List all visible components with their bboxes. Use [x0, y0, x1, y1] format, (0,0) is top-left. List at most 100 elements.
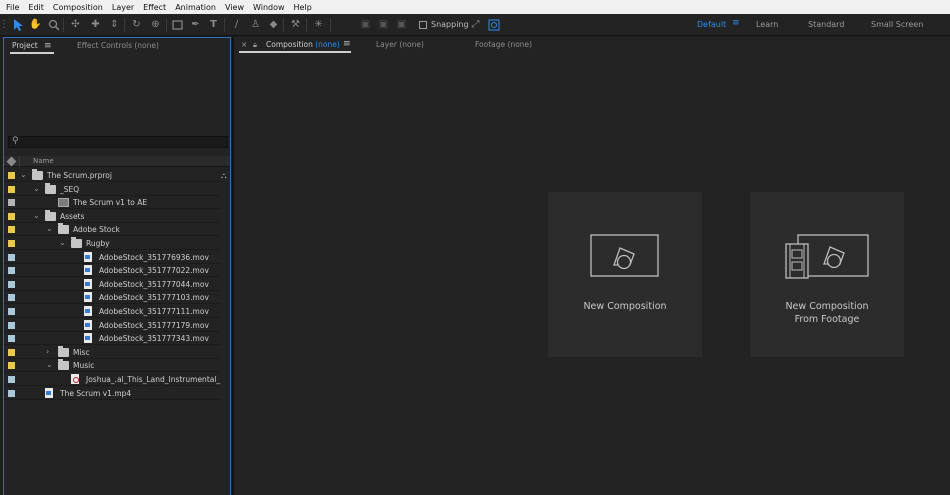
panel-menu-icon[interactable]: ≡	[44, 41, 52, 51]
project-item-row[interactable]: ⌄ Rugby	[4, 237, 220, 250]
label-color-swatch[interactable]	[8, 335, 15, 343]
project-item-row[interactable]: ⌄ Music	[4, 359, 220, 373]
project-item-row[interactable]: AdobeStock_351777044.mov	[4, 278, 220, 291]
hand-tool-icon[interactable]: ✋	[28, 17, 43, 32]
project-item-row[interactable]: ⌄ Adobe Stock	[4, 223, 220, 237]
flowchart-icon[interactable]: ⛬	[221, 171, 227, 181]
menu-effect[interactable]: Effect	[143, 3, 166, 12]
twirl-open-icon[interactable]: ⌄	[46, 360, 53, 369]
project-item-row[interactable]: AdobeStock_351777179.mov	[4, 319, 220, 332]
project-item-row[interactable]: The Scrum v1 to AE	[4, 196, 220, 210]
twirl-closed-icon[interactable]: ›	[46, 347, 49, 356]
lock-icon[interactable]: 🔒︎	[253, 40, 257, 50]
view-axis-icon[interactable]: ▣	[394, 17, 409, 32]
label-color-swatch[interactable]	[8, 253, 15, 261]
label-color-swatch[interactable]	[8, 240, 15, 247]
project-item-row[interactable]: The Scrum v1.mp4	[4, 387, 220, 400]
project-item-row[interactable]: AdobeStock_351776936.mov	[4, 251, 220, 264]
project-item-row[interactable]: ⌄ The Scrum.prproj	[4, 169, 220, 182]
name-column-header[interactable]: Name	[33, 157, 54, 165]
menu-window[interactable]: Window	[253, 3, 285, 12]
twirl-open-icon[interactable]: ⌄	[20, 170, 27, 179]
project-item-row[interactable]: AdobeStock_351777343.mov	[4, 332, 220, 346]
label-color-swatch[interactable]	[8, 199, 15, 207]
twirl-open-icon[interactable]: ⌄	[33, 211, 40, 220]
type-tool-icon[interactable]: T	[206, 17, 221, 32]
new-composition-from-footage-button[interactable]: New Composition From Footage	[750, 192, 904, 357]
close-tab-icon[interactable]: ×	[241, 40, 247, 49]
menu-help[interactable]: Help	[294, 3, 312, 12]
label-color-swatch[interactable]	[8, 185, 15, 193]
menu-layer[interactable]: Layer	[112, 3, 134, 12]
twirl-open-icon[interactable]: ⌄	[46, 224, 53, 233]
workspace-small-screen[interactable]: Small Screen	[871, 20, 923, 29]
label-color-swatch[interactable]	[8, 321, 15, 329]
label-color-swatch[interactable]	[8, 362, 15, 370]
project-item-row[interactable]: ⌄ _SEQ	[4, 182, 220, 196]
label-color-swatch[interactable]	[8, 294, 15, 302]
tab-effect-controls[interactable]: Effect Controls (none)	[77, 41, 159, 50]
menu-edit[interactable]: Edit	[28, 3, 44, 12]
eraser-tool-icon[interactable]: ◆	[266, 17, 281, 32]
label-color-swatch[interactable]	[8, 389, 15, 397]
project-item-row[interactable]: › Misc	[4, 345, 220, 359]
pan-behind-tool-icon[interactable]: ⊕	[148, 17, 163, 32]
clone-stamp-tool-icon[interactable]: ♙	[248, 17, 263, 32]
project-item-row[interactable]: AdobeStock_351777103.mov	[4, 291, 220, 305]
tab-project[interactable]: Project	[12, 41, 38, 50]
project-item-row[interactable]: Joshua_.al_This_Land_Instrumental_	[4, 373, 220, 386]
footage-file-icon	[84, 278, 92, 289]
local-axis-icon[interactable]: ▣	[358, 17, 373, 32]
snap-edges-icon[interactable]: ⤢	[468, 17, 483, 32]
workspace-menu-icon[interactable]: ≡	[732, 18, 740, 28]
workspace-default[interactable]: Default	[697, 20, 726, 29]
dolly-camera-tool-icon[interactable]: ⇕	[107, 17, 122, 32]
label-color-swatch[interactable]	[8, 212, 15, 220]
label-color-swatch[interactable]	[8, 348, 15, 356]
snap-features-icon[interactable]	[486, 17, 501, 32]
project-panel: Project ≡ Effect Controls (none) ⚲ Name …	[3, 37, 231, 495]
label-color-swatch[interactable]	[8, 308, 15, 315]
label-color-swatch[interactable]	[8, 172, 15, 179]
label-color-swatch[interactable]	[8, 280, 15, 288]
puppet-tool-icon[interactable]: ✳	[311, 17, 326, 32]
project-item-row[interactable]: AdobeStock_351777022.mov	[4, 264, 220, 278]
twirl-open-icon[interactable]: ⌄	[33, 184, 40, 193]
tab-layer[interactable]: Layer (none)	[376, 40, 424, 49]
menu-composition[interactable]: Composition	[53, 3, 103, 12]
workspace-standard[interactable]: Standard	[808, 20, 844, 29]
comp-panel-menu-icon[interactable]: ≡	[343, 39, 351, 49]
workspace-learn[interactable]: Learn	[756, 20, 778, 29]
project-item-name: Joshua_.al_This_Land_Instrumental_	[86, 375, 221, 384]
orbit-camera-tool-icon[interactable]: ✣	[68, 17, 83, 32]
rectangle-tool-icon[interactable]	[170, 17, 185, 32]
pan-camera-tool-icon[interactable]: ✚	[88, 17, 103, 32]
project-item-row[interactable]: ⌄ Assets	[4, 209, 220, 223]
snapping-checkbox[interactable]	[419, 21, 427, 29]
tab-composition[interactable]: Composition (none)	[266, 40, 340, 49]
project-search-input[interactable]: ⚲	[8, 136, 228, 148]
rotation-tool-icon[interactable]: ↻	[129, 17, 144, 32]
project-item-name: The Scrum v1 to AE	[73, 198, 148, 208]
label-color-swatch[interactable]	[8, 226, 15, 234]
menu-animation[interactable]: Animation	[175, 3, 216, 12]
zoom-tool-icon[interactable]	[46, 17, 61, 32]
grip-icon[interactable]: ⋮	[0, 17, 9, 32]
project-item-row[interactable]: AdobeStock_351777111.mov	[4, 305, 220, 318]
project-item-name: AdobeStock_351777103.mov	[99, 293, 209, 303]
selection-tool-icon[interactable]	[10, 17, 25, 32]
tab-footage[interactable]: Footage (none)	[475, 40, 532, 49]
menu-view[interactable]: View	[225, 3, 244, 12]
twirl-open-icon[interactable]: ⌄	[59, 238, 66, 247]
new-composition-from-footage-icon	[785, 234, 869, 279]
new-composition-button[interactable]: New Composition	[548, 192, 702, 357]
roto-brush-tool-icon[interactable]: ⚒	[288, 17, 303, 32]
world-axis-icon[interactable]: ▣	[376, 17, 391, 32]
menu-file[interactable]: File	[6, 3, 19, 12]
label-column-icon[interactable]	[6, 156, 17, 167]
brush-tool-icon[interactable]: ∕	[229, 17, 244, 32]
label-color-swatch[interactable]	[8, 267, 15, 275]
folder-icon	[58, 345, 69, 357]
label-color-swatch[interactable]	[8, 376, 15, 383]
pen-tool-icon[interactable]: ✒	[188, 17, 203, 32]
